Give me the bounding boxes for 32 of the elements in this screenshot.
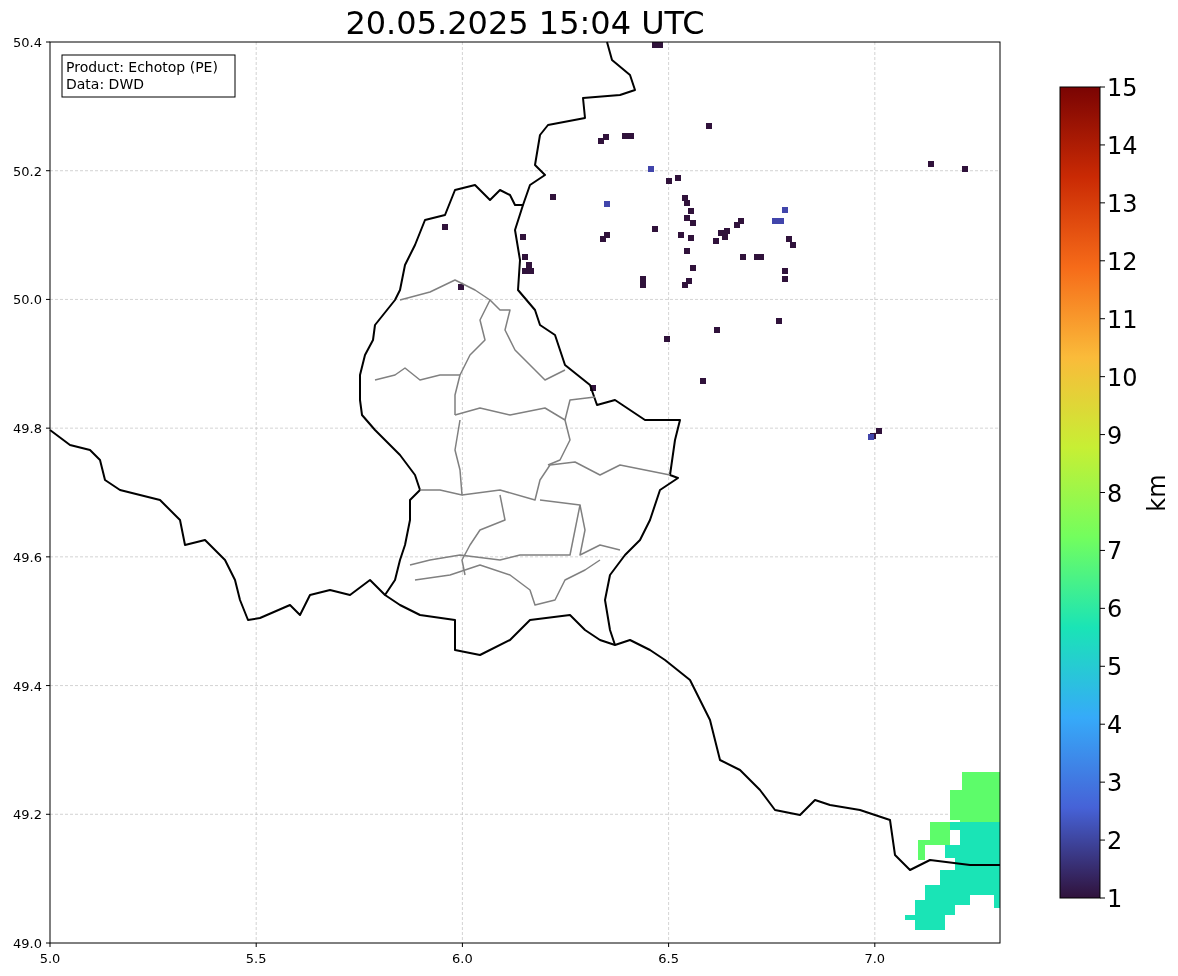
longitude-tick-label: 5.5 <box>245 951 267 966</box>
colorbar-tick-label: 10 <box>1107 363 1138 392</box>
colorbar-tick-label: 8 <box>1107 479 1123 508</box>
latitude-tick-label: 50.4 <box>13 35 42 50</box>
longitude-tick-label: 6.5 <box>658 951 679 966</box>
colorbar-tick-label: 9 <box>1107 421 1123 450</box>
latitude-tick-label: 49.0 <box>13 936 42 951</box>
longitude-tick-label: 6.0 <box>452 951 473 966</box>
colorbar-tick-label: 1 <box>1107 885 1123 913</box>
colorbar-tick-label: 5 <box>1107 653 1123 682</box>
colorbar-tick-label: 12 <box>1107 247 1138 276</box>
colorbar-tick-label: 11 <box>1107 305 1138 334</box>
colorbar-label: km <box>1143 474 1171 512</box>
colorbar-tick-label: 6 <box>1107 595 1123 624</box>
colorbar-tick-label: 4 <box>1107 711 1123 740</box>
info-line: Data: DWD <box>66 76 144 92</box>
latitude-tick-label: 50.0 <box>13 292 42 308</box>
colorbar-tick-label: 14 <box>1107 131 1138 160</box>
latitude-tick-label: 49.2 <box>13 807 42 823</box>
info-line: Product: Echotop (PE) <box>66 59 218 75</box>
longitude-tick-label: 5.0 <box>39 951 61 966</box>
latitude-tick-label: 49.4 <box>13 678 42 694</box>
plot-title: 20.05.2025 15:04 UTC <box>345 4 705 42</box>
longitude-tick-label: 7.0 <box>864 951 886 966</box>
colorbar-tick-label: 15 <box>1107 74 1138 102</box>
colorbar-tick-label: 13 <box>1107 189 1138 218</box>
colorbar-tick-label: 2 <box>1107 827 1123 856</box>
latitude-tick-label: 50.2 <box>13 163 42 179</box>
latitude-tick-label: 49.8 <box>13 421 42 437</box>
colorbar-tick-label: 3 <box>1107 769 1123 798</box>
colorbar-tick-label: 7 <box>1107 537 1123 566</box>
latitude-tick-label: 49.6 <box>13 549 42 565</box>
